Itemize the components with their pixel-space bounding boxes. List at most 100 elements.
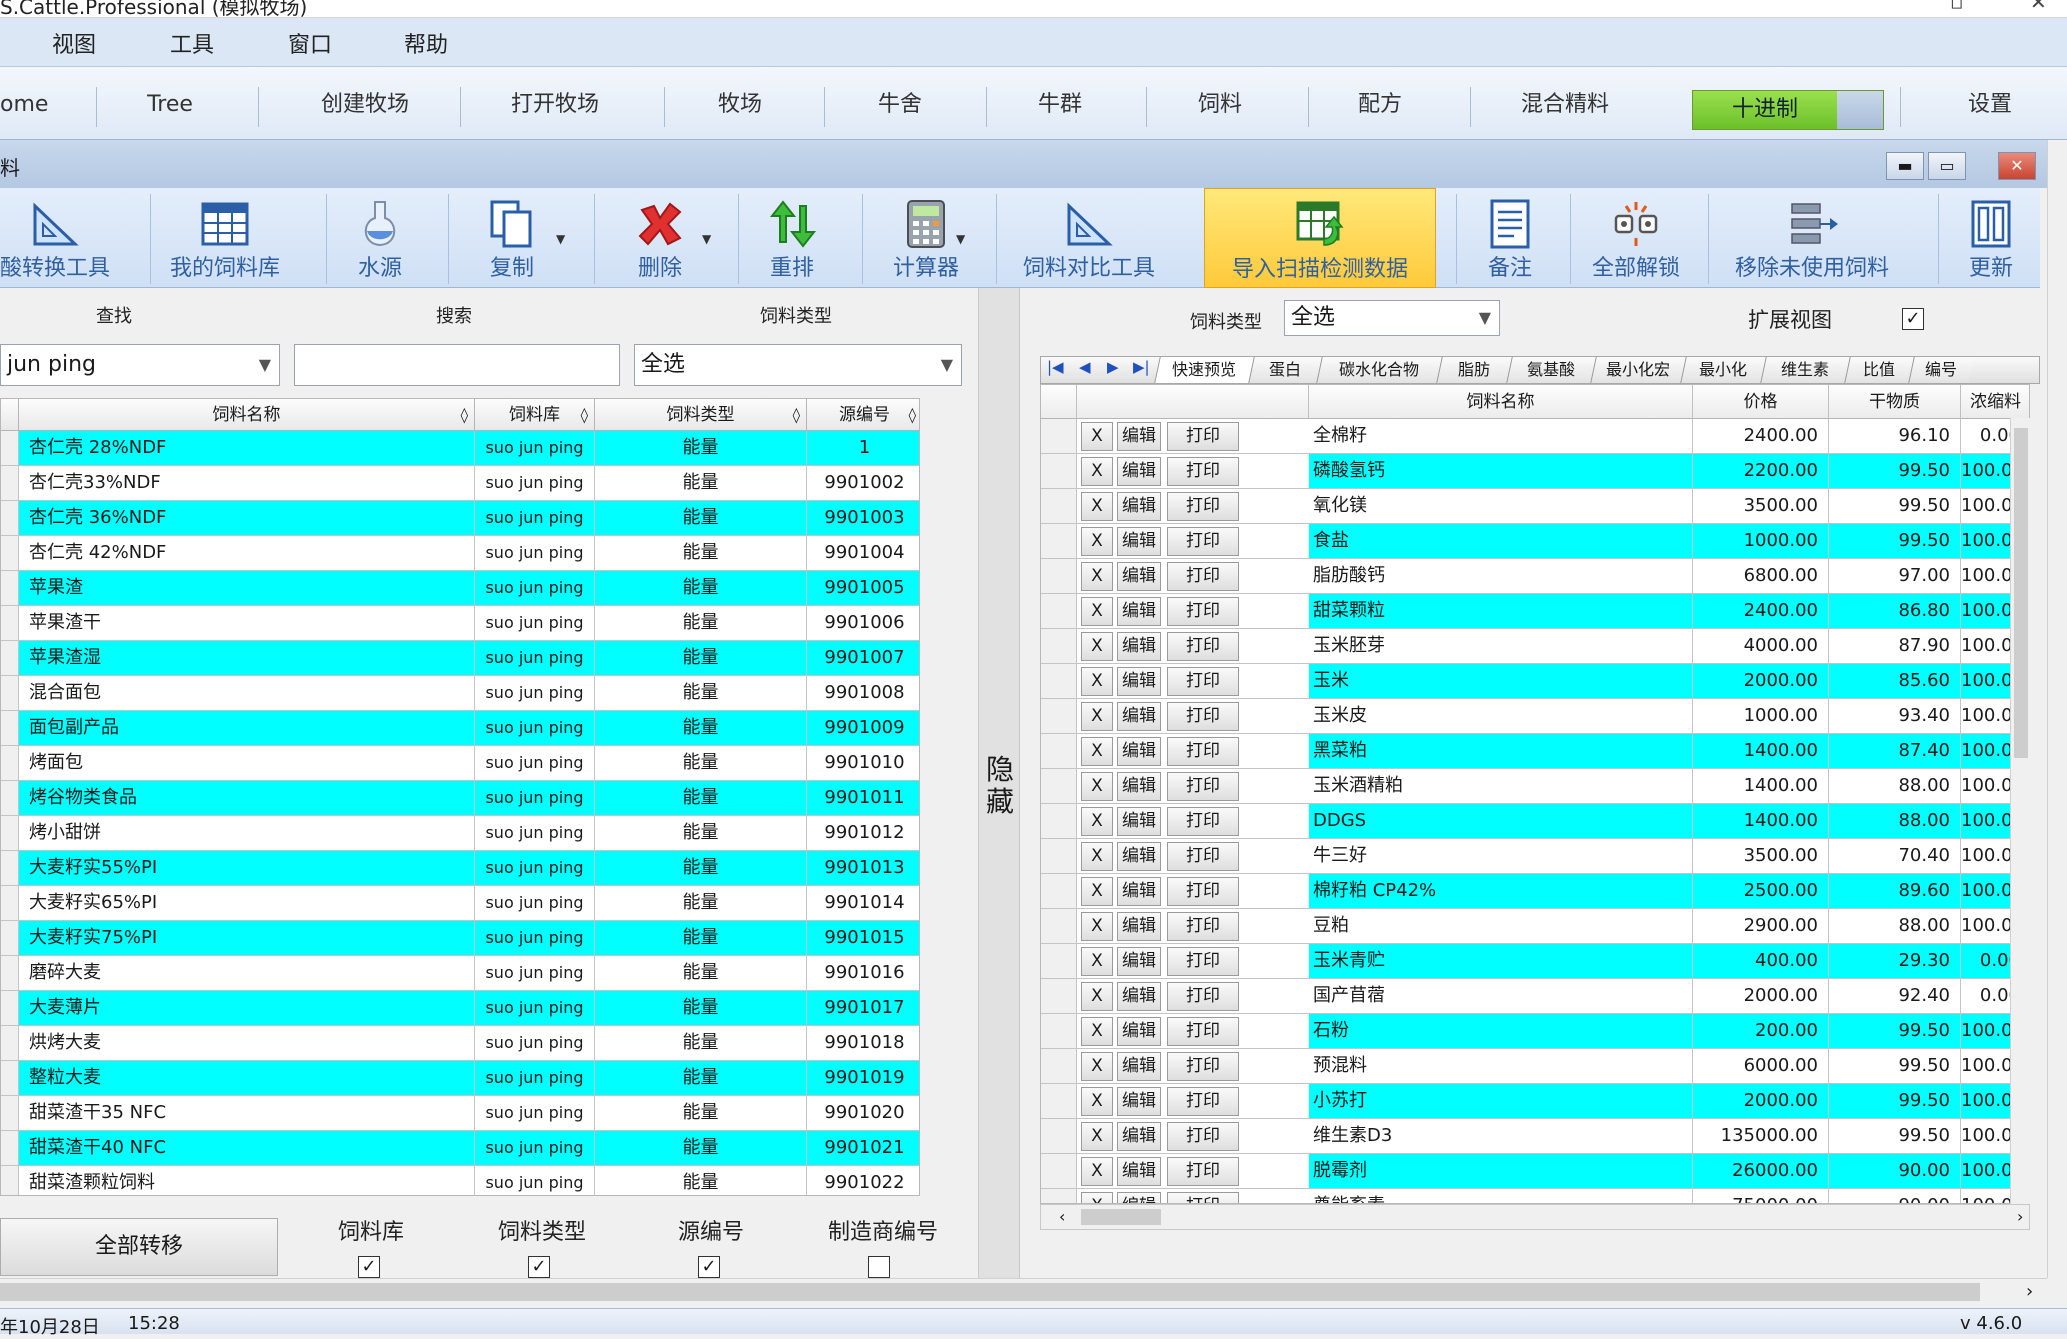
print-row-button[interactable]: 打印 [1167, 1087, 1239, 1116]
minimize-icon[interactable]: ▬ [1886, 152, 1924, 180]
delete-row-button[interactable]: X [1081, 562, 1113, 591]
row-header[interactable] [1041, 909, 1077, 943]
col-header-feed-name[interactable]: 饲料名称 [1309, 385, 1693, 419]
print-row-button[interactable]: 打印 [1167, 422, 1239, 451]
delete-row-button[interactable]: X [1081, 492, 1113, 521]
table-row[interactable]: X 编辑 打印 黑菜粕 1400.00 87.40 100.00 [1041, 734, 2029, 769]
row-header[interactable] [1041, 979, 1077, 1013]
table-row[interactable]: 杏仁壳 28%NDF suo jun ping 能量 1 [1, 431, 919, 466]
feed-compare-tool-button[interactable]: 饲料对比工具 [1004, 188, 1174, 288]
main-vertical-scrollbar[interactable] [2047, 140, 2067, 1278]
edit-row-button[interactable]: 编辑 [1117, 667, 1161, 696]
my-feed-library-button[interactable]: 我的饲料库 [155, 188, 295, 288]
delete-row-button[interactable]: X [1081, 912, 1113, 941]
table-row[interactable]: 甜菜渣干40 NFC suo jun ping 能量 9901021 [1, 1131, 919, 1166]
table-row[interactable]: X 编辑 打印 维生素D3 135000.00 99.50 100.00 [1041, 1119, 2029, 1154]
print-row-button[interactable]: 打印 [1167, 947, 1239, 976]
chevron-down-icon[interactable]: ▼ [941, 345, 953, 385]
table-row[interactable]: 苹果渣干 suo jun ping 能量 9901006 [1, 606, 919, 641]
edit-row-button[interactable]: 编辑 [1117, 1017, 1161, 1046]
col-header-source-id[interactable]: 源编号 ◊ [807, 399, 919, 431]
copy-button[interactable]: 复制 ▼ [452, 188, 572, 288]
row-header[interactable] [1041, 1084, 1077, 1118]
nav-create-ranch[interactable]: 创建牧场 [270, 87, 460, 123]
hide-panel-bar[interactable]: 隐藏 [978, 288, 1020, 1278]
table-row[interactable]: 整粒大麦 suo jun ping 能量 9901019 [1, 1061, 919, 1096]
table-row[interactable]: 苹果渣 suo jun ping 能量 9901005 [1, 571, 919, 606]
table-row[interactable]: 甜菜渣干35 NFC suo jun ping 能量 9901020 [1, 1096, 919, 1131]
row-header[interactable] [1041, 1119, 1077, 1153]
print-row-button[interactable]: 打印 [1167, 1122, 1239, 1151]
row-header[interactable] [1, 606, 19, 640]
print-row-button[interactable]: 打印 [1167, 597, 1239, 626]
edit-row-button[interactable]: 编辑 [1117, 737, 1161, 766]
nav-mixed-concentrate[interactable]: 混合精料 [1470, 87, 1660, 123]
table-row[interactable]: 大麦籽实75%PI suo jun ping 能量 9901015 [1, 921, 919, 956]
table-row[interactable]: X 编辑 打印 氧化镁 3500.00 99.50 100.00 [1041, 489, 2029, 524]
table-row[interactable]: X 编辑 打印 玉米 2000.00 85.60 100.00 [1041, 664, 2029, 699]
right-table-hscrollbar[interactable]: ‹ › [1040, 1204, 2030, 1230]
table-row[interactable]: X 编辑 打印 玉米青贮 400.00 29.30 0.00 [1041, 944, 2029, 979]
table-row[interactable]: 大麦籽实55%PI suo jun ping 能量 9901013 [1, 851, 919, 886]
tab-2[interactable]: 碳水化合物 [1316, 357, 1442, 383]
delete-row-button[interactable]: X [1081, 1192, 1113, 1203]
print-row-button[interactable]: 打印 [1167, 842, 1239, 871]
prev-page-icon[interactable]: ◀ [1079, 358, 1091, 376]
table-row[interactable]: 杏仁壳33%NDF suo jun ping 能量 9901002 [1, 466, 919, 501]
row-header[interactable] [1041, 489, 1077, 523]
row-header[interactable] [1041, 944, 1077, 978]
row-header[interactable] [1041, 629, 1077, 663]
edit-row-button[interactable]: 编辑 [1117, 492, 1161, 521]
delete-row-button[interactable]: X [1081, 737, 1113, 766]
close-window-icon[interactable]: ✕ [2030, 0, 2047, 14]
row-header[interactable] [1041, 769, 1077, 803]
row-header[interactable] [1, 816, 19, 850]
col-header-feed-type[interactable]: 饲料类型 ◊ [595, 399, 807, 431]
print-row-button[interactable]: 打印 [1167, 457, 1239, 486]
table-row[interactable]: 烤谷物类食品 suo jun ping 能量 9901011 [1, 781, 919, 816]
tab-8[interactable]: 比值 [1844, 357, 1914, 383]
delete-button[interactable]: 删除 ▼ [600, 188, 720, 288]
row-header[interactable] [1, 1131, 19, 1165]
feed-type-combo[interactable]: 全选 ▼ [634, 344, 962, 386]
table-row[interactable]: X 编辑 打印 小苏打 2000.00 99.50 100.00 [1041, 1084, 2029, 1119]
row-header[interactable] [1, 466, 19, 500]
col-header-feed-name[interactable]: 饲料名称 ◊ [19, 399, 475, 431]
tab-4[interactable]: 氨基酸 [1506, 357, 1596, 383]
row-header[interactable] [1, 886, 19, 920]
edit-row-button[interactable]: 编辑 [1117, 597, 1161, 626]
row-header[interactable] [1041, 699, 1077, 733]
acid-convert-tool-button[interactable]: 酸转换工具 [0, 188, 110, 288]
edit-row-button[interactable]: 编辑 [1117, 807, 1161, 836]
row-header[interactable] [1041, 839, 1077, 873]
unlock-all-button[interactable]: 全部解锁 [1574, 188, 1698, 288]
edit-row-button[interactable]: 编辑 [1117, 982, 1161, 1011]
table-row[interactable]: X 编辑 打印 DDGS 1400.00 88.00 100.00 [1041, 804, 2029, 839]
menu-help[interactable]: 帮助 [404, 27, 448, 59]
search-input[interactable] [294, 344, 620, 386]
calculator-button[interactable]: 计算器 ▼ [866, 188, 986, 288]
rearrange-button[interactable]: 重排 [742, 188, 842, 288]
col-header-price[interactable]: 价格 [1693, 385, 1829, 419]
table-row[interactable]: X 编辑 打印 预混料 6000.00 99.50 100.00 [1041, 1049, 2029, 1084]
menu-window[interactable]: 窗口 [288, 27, 332, 59]
print-row-button[interactable]: 打印 [1167, 527, 1239, 556]
delete-row-button[interactable]: X [1081, 702, 1113, 731]
notes-button[interactable]: 备注 [1460, 188, 1560, 288]
delete-row-button[interactable]: X [1081, 527, 1113, 556]
print-row-button[interactable]: 打印 [1167, 877, 1239, 906]
table-row[interactable]: 大麦籽实65%PI suo jun ping 能量 9901014 [1, 886, 919, 921]
row-header[interactable] [1041, 874, 1077, 908]
row-header[interactable] [1, 1061, 19, 1095]
close-doc-icon[interactable]: ✕ [1998, 152, 2036, 180]
table-row[interactable]: 烤小甜饼 suo jun ping 能量 9901012 [1, 816, 919, 851]
print-row-button[interactable]: 打印 [1167, 1192, 1239, 1203]
row-header[interactable] [1041, 804, 1077, 838]
edit-row-button[interactable]: 编辑 [1117, 422, 1161, 451]
scroll-thumb[interactable] [1081, 1209, 1161, 1225]
delete-row-button[interactable]: X [1081, 597, 1113, 626]
chevron-down-icon[interactable]: ▼ [556, 232, 565, 246]
table-row[interactable]: X 编辑 打印 食盐 1000.00 99.50 100.00 [1041, 524, 2029, 559]
first-page-icon[interactable]: |◀ [1047, 358, 1064, 376]
right-table-scrollbar[interactable] [2010, 418, 2030, 1204]
